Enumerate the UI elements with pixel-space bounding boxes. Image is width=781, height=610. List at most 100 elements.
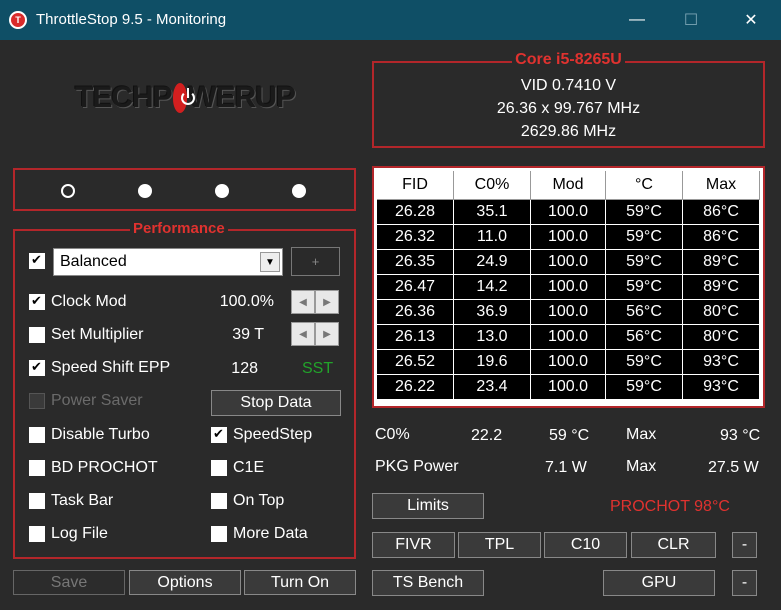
clock-mod-spinner[interactable]: ◀ ▶ <box>291 290 339 314</box>
fivr-button[interactable]: FIVR <box>372 532 455 558</box>
log-file-checkbox[interactable]: Log File <box>29 525 108 543</box>
bd-prochot-label: BD PROCHOT <box>51 459 158 476</box>
table-cell: 26.13 <box>377 325 454 350</box>
table-cell: 56°C <box>606 325 683 350</box>
table-cell: 100.0 <box>531 350 606 375</box>
window-title: ThrottleStop 9.5 - Monitoring <box>36 11 227 28</box>
sst-badge: SST <box>302 360 334 377</box>
prochot-status: PROCHOT 98°C <box>610 498 730 515</box>
log-file-label: Log File <box>51 525 108 542</box>
c0-label: C0% <box>375 426 410 443</box>
checkbox-box <box>29 393 45 409</box>
save-button[interactable]: Save <box>13 570 125 595</box>
on-top-label: On Top <box>233 492 285 509</box>
c10-button[interactable]: C10 <box>544 532 627 558</box>
profile-radio-2[interactable] <box>138 184 152 198</box>
performance-label: Performance <box>130 220 228 237</box>
tpl-button[interactable]: TPL <box>458 532 541 558</box>
on-top-checkbox[interactable]: On Top <box>211 492 284 510</box>
disable-turbo-checkbox[interactable]: Disable Turbo <box>29 426 150 444</box>
multiplier-readout: 26.36 x 99.767 MHz <box>496 100 641 117</box>
checkbox-box <box>211 426 227 443</box>
add-profile-button[interactable]: + <box>291 247 340 276</box>
increment-icon[interactable]: ▶ <box>315 322 339 346</box>
checkbox-box <box>29 460 45 476</box>
chevron-down-icon[interactable]: ▼ <box>260 252 280 272</box>
bd-prochot-checkbox[interactable]: BD PROCHOT <box>29 459 158 477</box>
table-row: 26.52 19.6 100.0 59°C 93°C <box>377 350 760 375</box>
package-temp-value: 59 °C <box>549 427 590 444</box>
task-bar-checkbox[interactable]: Task Bar <box>29 492 113 510</box>
table-cell: 100.0 <box>531 375 606 400</box>
speed-shift-checkbox[interactable]: Speed Shift EPP <box>29 359 170 377</box>
table-cell: 26.28 <box>377 200 454 225</box>
multiplier-spinner[interactable]: ◀ ▶ <box>291 322 339 346</box>
clr-button[interactable]: CLR <box>631 532 716 558</box>
column-header: Max <box>683 171 760 200</box>
gpu-collapse-button[interactable]: - <box>732 570 757 596</box>
c1e-checkbox[interactable]: C1E <box>211 459 264 477</box>
table-cell: 100.0 <box>531 225 606 250</box>
checkbox-box <box>29 526 45 542</box>
pkg-max-label: Max <box>626 458 657 475</box>
turn-on-button[interactable]: Turn On <box>244 570 356 595</box>
checkbox-box <box>29 427 45 443</box>
minimize-button[interactable]: — <box>614 0 660 40</box>
profile-radio-4[interactable] <box>292 184 306 198</box>
table-cell: 26.22 <box>377 375 454 400</box>
set-multiplier-checkbox[interactable]: Set Multiplier <box>29 326 143 344</box>
profile-enabled-checkbox[interactable] <box>29 252 51 269</box>
table-cell: 59°C <box>606 200 683 225</box>
app-icon: T <box>9 11 27 29</box>
checkbox-box <box>29 252 45 269</box>
limits-button[interactable]: Limits <box>372 493 484 519</box>
table-row: 26.35 24.9 100.0 59°C 89°C <box>377 250 760 275</box>
column-header: C0% <box>454 171 531 200</box>
profile-select[interactable]: Balanced ▼ <box>53 248 283 276</box>
power-saver-checkbox[interactable]: Power Saver <box>29 392 143 410</box>
profile-selector <box>13 168 356 211</box>
techpowerup-logo: TECHP WERUP <box>75 78 296 118</box>
table-row: 26.22 23.4 100.0 59°C 93°C <box>377 375 760 400</box>
table-cell: 36.9 <box>454 300 531 325</box>
max-temp-value: 93 °C <box>720 427 761 444</box>
checkbox-box <box>29 359 45 376</box>
c0-value: 22.2 <box>471 427 503 444</box>
table-cell: 80°C <box>683 300 760 325</box>
increment-icon[interactable]: ▶ <box>315 290 339 314</box>
set-multiplier-value: 39 T <box>232 326 264 343</box>
checkbox-box <box>29 493 45 509</box>
clock-mod-value: 100.0% <box>219 293 274 310</box>
speedstep-checkbox[interactable]: SpeedStep <box>211 426 312 444</box>
c1e-label: C1E <box>233 459 265 476</box>
profile-radio-3[interactable] <box>215 184 229 198</box>
clock-mod-checkbox[interactable]: Clock Mod <box>29 293 127 311</box>
table-header: FID C0% Mod °C Max <box>377 171 760 200</box>
gpu-button[interactable]: GPU <box>603 570 715 596</box>
table-cell: 26.47 <box>377 275 454 300</box>
collapse-button[interactable]: - <box>732 532 757 558</box>
table-cell: 89°C <box>683 250 760 275</box>
set-multiplier-label: Set Multiplier <box>51 326 144 343</box>
table-row: 26.13 13.0 100.0 56°C 80°C <box>377 325 760 350</box>
more-data-checkbox[interactable]: More Data <box>211 525 308 543</box>
checkbox-box <box>211 493 227 509</box>
profile-radio-1[interactable] <box>61 184 75 198</box>
decrement-icon[interactable]: ◀ <box>291 290 315 314</box>
stop-data-button[interactable]: Stop Data <box>211 390 341 416</box>
power-icon <box>172 83 195 113</box>
task-bar-label: Task Bar <box>51 492 114 509</box>
table-cell: 26.32 <box>377 225 454 250</box>
options-button[interactable]: Options <box>129 570 241 595</box>
table-cell: 86°C <box>683 225 760 250</box>
clock-mod-label: Clock Mod <box>51 293 127 310</box>
ts-bench-button[interactable]: TS Bench <box>372 570 484 596</box>
table-cell: 100.0 <box>531 325 606 350</box>
maximize-button[interactable]: ☐ <box>668 0 714 40</box>
table-cell: 100.0 <box>531 275 606 300</box>
close-button[interactable]: ✕ <box>728 0 774 40</box>
decrement-icon[interactable]: ◀ <box>291 322 315 346</box>
table-cell: 100.0 <box>531 250 606 275</box>
table-cell: 26.35 <box>377 250 454 275</box>
power-saver-label: Power Saver <box>51 392 143 409</box>
